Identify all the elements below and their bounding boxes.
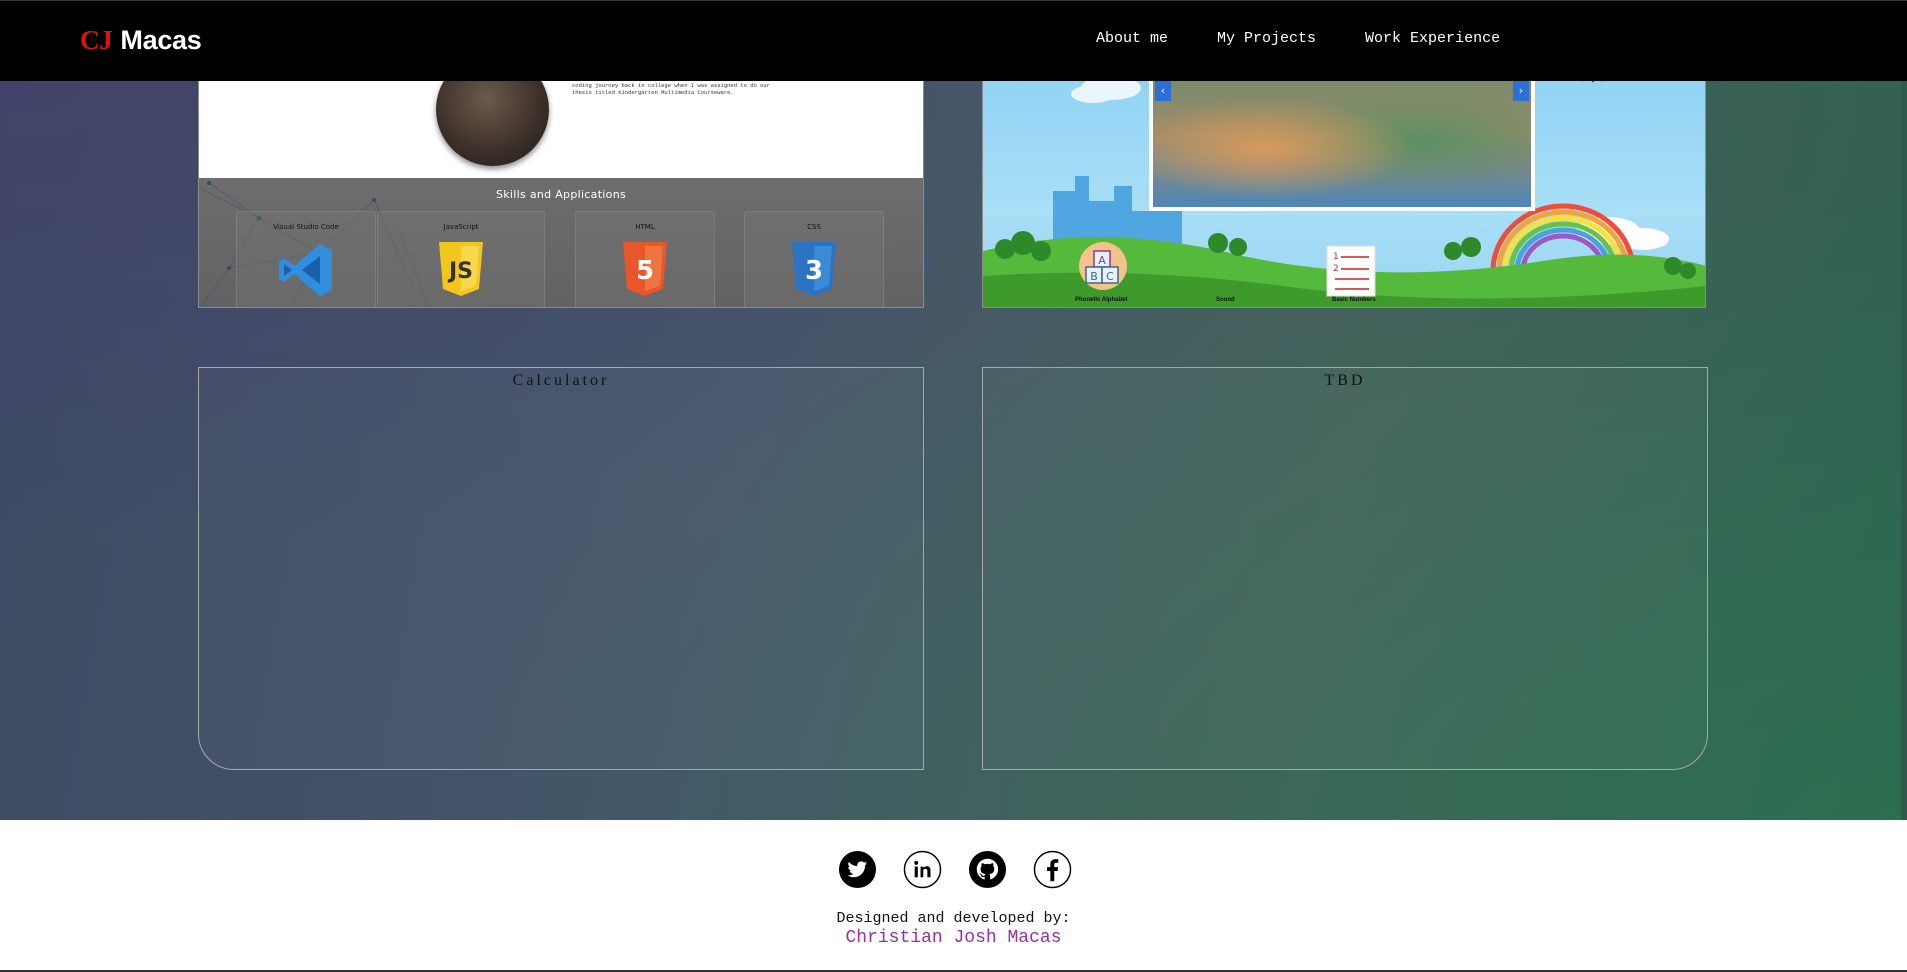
facebook-icon[interactable] bbox=[1033, 850, 1072, 889]
svg-text:5: 5 bbox=[636, 256, 654, 286]
footer-credit: Designed and developed by: bbox=[836, 910, 1071, 927]
scrollbar[interactable] bbox=[1901, 0, 1907, 820]
twitter-icon[interactable] bbox=[838, 850, 877, 889]
basic-numbers-label[interactable]: Basic Numbers bbox=[1332, 297, 1376, 303]
author-link[interactable]: Christian Josh Macas bbox=[0, 928, 1907, 948]
svg-text:1: 1 bbox=[1333, 252, 1339, 262]
html5-icon: 5 bbox=[623, 242, 667, 296]
top-navbar: CJ Macas About me My Projects Work Experi… bbox=[0, 0, 1907, 81]
linkedin-icon[interactable] bbox=[903, 850, 942, 889]
skill-label: JavaScript bbox=[443, 223, 479, 231]
skill-label: CSS bbox=[807, 223, 821, 231]
brand-initials: CJ bbox=[80, 25, 113, 55]
tbd-title: TBD bbox=[1324, 372, 1366, 389]
page-background: coding journey back in college when I wa… bbox=[0, 0, 1907, 820]
svg-text:A: A bbox=[1098, 254, 1106, 267]
svg-text:3: 3 bbox=[805, 256, 823, 286]
skill-label: HTML bbox=[635, 223, 655, 231]
brand-logo[interactable]: CJ Macas bbox=[80, 25, 202, 56]
skill-card-html: HTML 5 bbox=[575, 211, 715, 307]
tbd-card[interactable]: TBD bbox=[982, 367, 1708, 770]
brand-surname: Macas bbox=[120, 25, 202, 55]
github-icon[interactable] bbox=[968, 850, 1007, 889]
skill-card-css: CSS 3 bbox=[744, 211, 884, 307]
svg-text:JS: JS bbox=[447, 259, 473, 284]
javascript-icon: JS bbox=[439, 242, 483, 296]
carousel-next-button[interactable]: › bbox=[1513, 81, 1529, 101]
social-links bbox=[838, 850, 1098, 889]
phonetic-alphabet-label[interactable]: Phonetic Alphabet bbox=[1075, 297, 1127, 303]
footer: Designed and developed by: Christian Jos… bbox=[0, 820, 1907, 972]
kindergarten-project-card[interactable]: A B C 1 2 ‹ › Phonetic Alphabet Sound Ba… bbox=[982, 60, 1706, 308]
css3-icon: 3 bbox=[792, 242, 836, 296]
calculator-card[interactable]: Calculator bbox=[198, 367, 924, 770]
skills-panel: Skills and Applications Visual Studio Co… bbox=[199, 178, 923, 307]
skill-card-javascript: JavaScript JS bbox=[377, 211, 545, 307]
nav-link-my-projects[interactable]: My Projects bbox=[1217, 30, 1316, 47]
skill-card-vscode: Visual Studio Code bbox=[236, 211, 376, 307]
svg-text:2: 2 bbox=[1333, 264, 1339, 274]
svg-text:B: B bbox=[1090, 270, 1098, 283]
nav-links: About me My Projects Work Experience bbox=[1096, 30, 1549, 47]
svg-text:C: C bbox=[1106, 270, 1114, 283]
skill-label: Visual Studio Code bbox=[273, 223, 339, 231]
nav-link-about-me[interactable]: About me bbox=[1096, 30, 1168, 47]
about-card: coding journey back in college when I wa… bbox=[198, 60, 924, 308]
calculator-title: Calculator bbox=[512, 372, 610, 389]
nav-link-work-experience[interactable]: Work Experience bbox=[1365, 30, 1500, 47]
sound-label[interactable]: Sound bbox=[1216, 297, 1235, 303]
project-carousel[interactable]: ‹ › bbox=[1149, 61, 1535, 211]
carousel-prev-button[interactable]: ‹ bbox=[1155, 81, 1171, 101]
about-intro-text: coding journey back in college when I wa… bbox=[572, 82, 771, 96]
vscode-icon bbox=[279, 244, 332, 296]
skills-title: Skills and Applications bbox=[495, 188, 627, 201]
